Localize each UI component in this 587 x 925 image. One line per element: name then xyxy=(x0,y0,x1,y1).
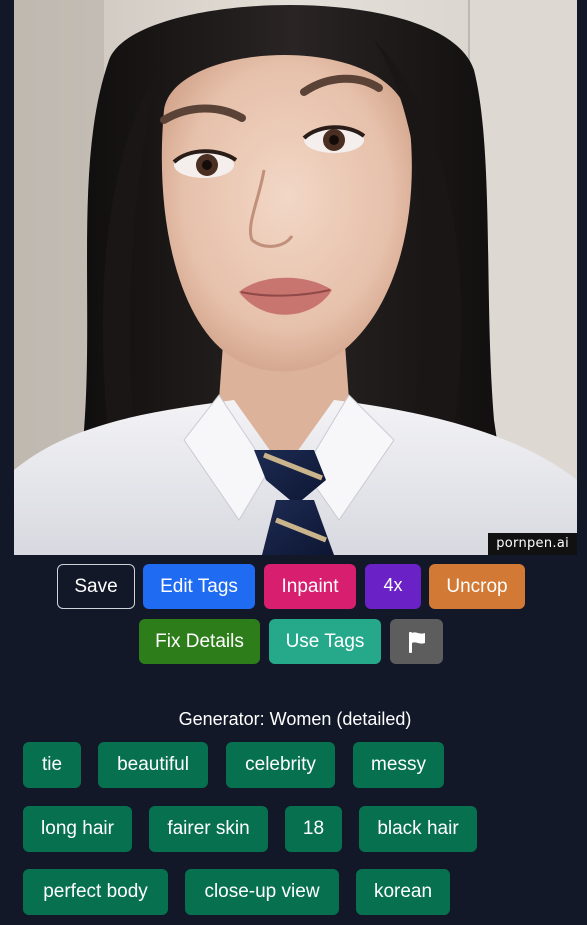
tag-chip[interactable]: tie xyxy=(23,742,81,788)
flag-icon xyxy=(407,630,427,654)
tag-chip[interactable]: fairer skin xyxy=(149,806,268,852)
tag-chip[interactable]: perfect body xyxy=(23,869,168,915)
save-button[interactable]: Save xyxy=(57,564,135,609)
uncrop-button[interactable]: Uncrop xyxy=(429,564,525,609)
tag-chip[interactable]: 18 xyxy=(285,806,342,852)
watermark-label: pornpen.ai xyxy=(488,533,577,555)
generator-label: Generator: Women (detailed) xyxy=(178,709,412,729)
report-button[interactable] xyxy=(390,619,443,664)
use-tags-button[interactable]: Use Tags xyxy=(269,619,381,664)
tag-chip[interactable]: messy xyxy=(353,742,444,788)
tag-chip[interactable]: korean xyxy=(356,869,450,915)
tag-chip[interactable]: black hair xyxy=(359,806,477,852)
page: pornpen.ai Save Edit Tags Inpaint 4x Unc… xyxy=(0,0,587,925)
edit-tags-button[interactable]: Edit Tags xyxy=(143,564,255,609)
upscale-4x-button[interactable]: 4x xyxy=(365,564,421,609)
tag-chip[interactable]: long hair xyxy=(23,806,132,852)
portrait-image xyxy=(14,0,577,555)
fix-details-button[interactable]: Fix Details xyxy=(139,619,260,664)
inpaint-button[interactable]: Inpaint xyxy=(264,564,356,609)
tag-chip[interactable]: close-up view xyxy=(185,869,339,915)
tag-chip[interactable]: beautiful xyxy=(98,742,208,788)
generated-image[interactable]: pornpen.ai xyxy=(14,0,577,555)
tag-chip[interactable]: celebrity xyxy=(226,742,335,788)
